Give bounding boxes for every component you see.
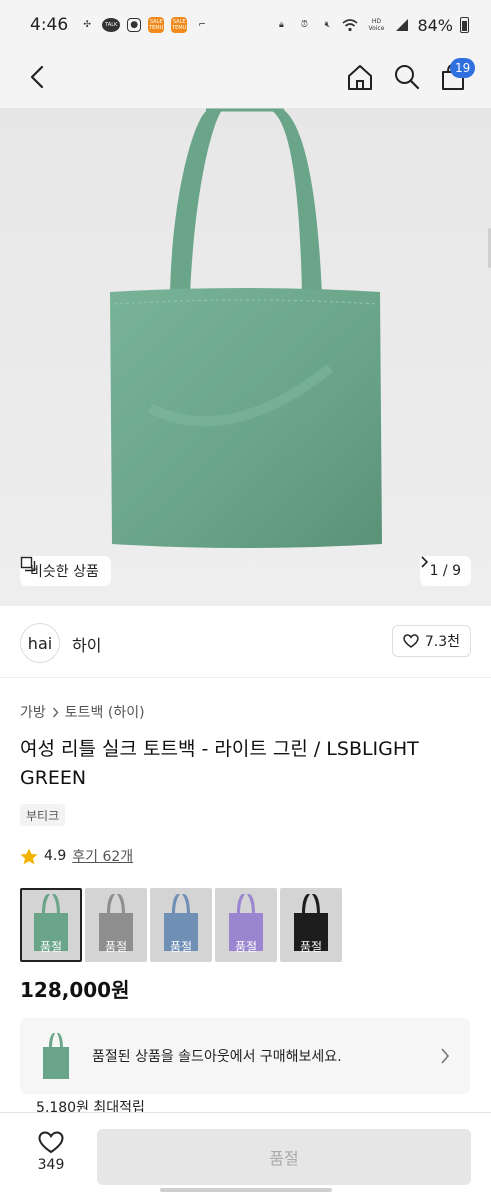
review-count-link[interactable]: 후기 62개 — [72, 846, 133, 866]
alarm-icon: ⏰︎ — [300, 20, 308, 30]
search-icon — [395, 65, 420, 90]
heart-icon — [403, 634, 419, 648]
chevron-right-icon — [441, 1048, 450, 1064]
brand-like-button[interactable]: 7.3천 — [391, 625, 471, 657]
color-variant-list: 품절 품절 품절 품절 품절 — [20, 888, 342, 962]
variant-soldout-label: 품절 — [234, 940, 258, 954]
product-image — [110, 108, 382, 548]
battery-icon — [460, 17, 469, 33]
variant-thumb-green[interactable]: 품절 — [20, 888, 82, 962]
status-bar: 4:46 ✣ TALK ● SALE TEMU SALE TEMU ⌐ 🔒︎ ⏰… — [0, 0, 491, 50]
brand-name[interactable]: 하이 — [72, 632, 101, 656]
variant-soldout-label: 품절 — [169, 940, 193, 954]
bag-thumbnail — [43, 1033, 69, 1079]
chevron-left-icon — [30, 65, 44, 89]
brand-row[interactable]: hai 하이 7.3천 — [0, 606, 491, 678]
heart-icon — [38, 1131, 64, 1154]
variant-soldout-label: 품절 — [104, 940, 128, 954]
product-image-gallery[interactable]: 비슷한 상품 1 / 9 — [0, 108, 491, 606]
mute-icon: 🔇︎ — [324, 20, 331, 30]
signal-icon — [394, 17, 410, 33]
product-price: 128,000원 — [20, 978, 130, 1002]
similar-products-label: 비슷한 상품 — [30, 564, 99, 580]
lock-icon: 🔒︎ — [279, 20, 284, 30]
brand-like-count: 7.3천 — [424, 634, 460, 650]
kakaotalk-icon: TALK — [102, 18, 121, 32]
wishlist-button[interactable]: 349 — [20, 1131, 82, 1183]
network-icon: ✣ — [83, 20, 91, 30]
copy-icon — [20, 556, 36, 572]
soldout-resale-banner[interactable]: 품절된 상품을 솔드아웃에서 구매해보세요. — [20, 1018, 470, 1094]
variant-soldout-label: 품절 — [39, 940, 63, 954]
bottom-action-bar: 349 품절 — [0, 1112, 491, 1200]
wishlist-count: 349 — [37, 1157, 65, 1173]
status-right: 🔒︎ ⏰︎ 🔇︎ HD Voice 84% — [273, 16, 469, 35]
variant-thumb-gray[interactable]: 품절 — [85, 888, 147, 962]
product-tag: 부티크 — [20, 804, 66, 826]
status-left: 4:46 ✣ TALK ● SALE TEMU SALE TEMU ⌐ — [30, 15, 210, 35]
home-button[interactable] — [345, 62, 375, 92]
rating: 4.9 후기 62개 — [20, 846, 133, 866]
search-button[interactable] — [392, 62, 422, 92]
chevron-right-icon — [52, 707, 59, 717]
image-pager-text: 1 / 9 — [429, 563, 461, 579]
breadcrumb-item[interactable]: 토트백 (하이) — [65, 702, 145, 722]
variant-thumb-black[interactable]: 품절 — [280, 888, 342, 962]
status-time: 4:46 — [30, 15, 69, 35]
variant-thumb-blue[interactable]: 품절 — [150, 888, 212, 962]
temu-icon: SALE TEMU — [148, 17, 165, 33]
temu-icon-2: SALE TEMU — [171, 17, 188, 33]
cart-count-badge: 19 — [450, 58, 476, 78]
home-icon — [348, 65, 372, 90]
star-icon — [20, 848, 38, 864]
similar-products-button[interactable]: 비슷한 상품 — [20, 556, 111, 586]
variant-soldout-label: 품절 — [299, 940, 323, 954]
brand-logo[interactable]: hai — [20, 623, 60, 663]
instagram-icon: ● — [127, 18, 142, 32]
chevron-right-icon — [420, 556, 428, 568]
image-pager[interactable]: 1 / 9 — [419, 556, 471, 586]
wifi-icon — [342, 17, 358, 33]
dash-icon: ⌐ — [198, 20, 206, 30]
variant-thumb-purple[interactable]: 품절 — [215, 888, 277, 962]
soldout-buy-button[interactable]: 품절 — [97, 1129, 471, 1185]
soldout-banner-text: 품절된 상품을 솔드아웃에서 구매해보세요. — [92, 1049, 342, 1065]
home-indicator — [160, 1188, 332, 1192]
breadcrumb-item[interactable]: 가방 — [20, 702, 46, 722]
product-title: 여성 리틀 실크 토트백 - 라이트 그린 / LSBLIGHT GREEN — [20, 738, 419, 789]
rating-value: 4.9 — [44, 848, 67, 864]
battery-text: 84% — [417, 15, 453, 35]
top-nav: 19 — [0, 50, 491, 108]
hd-voice-icon: HD Voice — [368, 18, 385, 32]
breadcrumb: 가방 토트백 (하이) — [20, 702, 145, 722]
back-button[interactable] — [22, 62, 52, 92]
